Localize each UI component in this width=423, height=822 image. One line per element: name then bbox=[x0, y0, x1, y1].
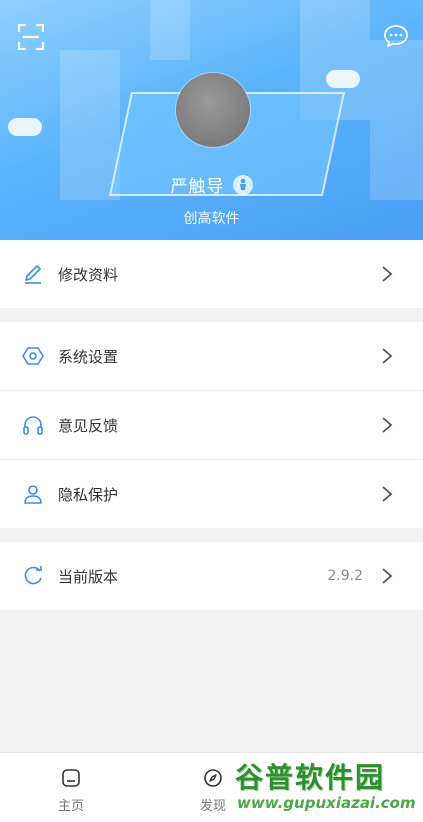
chat-bubble-icon[interactable] bbox=[384, 25, 408, 47]
menu-item-label: 修改资料 bbox=[58, 265, 119, 284]
chevron-right-icon bbox=[382, 568, 393, 584]
menu-group-settings: 系统设置 意见反馈 隐私保护 bbox=[0, 322, 423, 528]
refresh-icon bbox=[24, 566, 42, 585]
username-row: 严触导 bbox=[0, 172, 423, 197]
edit-pen-icon bbox=[25, 265, 41, 284]
company-subtitle: 创高软件 bbox=[183, 211, 240, 227]
menu-item-version[interactable]: 当前版本 2.9.2 bbox=[0, 542, 423, 610]
headphones-icon bbox=[23, 416, 43, 435]
watermark-url: www.gupuxiazai.com bbox=[237, 794, 416, 812]
tab-home[interactable]: 主页 bbox=[31, 753, 111, 822]
menu-item-privacy[interactable]: 隐私保护 bbox=[0, 460, 423, 528]
chevron-right-icon bbox=[382, 486, 393, 502]
avatar[interactable] bbox=[176, 73, 250, 147]
gender-icon bbox=[232, 175, 253, 195]
menu-item-system-settings[interactable]: 系统设置 bbox=[0, 322, 423, 391]
chevron-right-icon bbox=[382, 417, 393, 433]
scan-icon[interactable] bbox=[18, 24, 44, 50]
menu-item-label: 意见反馈 bbox=[58, 416, 119, 435]
cloud-illustration bbox=[8, 118, 42, 136]
version-value: 2.9.2 bbox=[327, 568, 363, 584]
watermark-brand: 谷普软件园 bbox=[235, 761, 386, 794]
username: 严触导 bbox=[170, 177, 225, 197]
building-illustration bbox=[150, 0, 190, 60]
menu-item-label: 系统设置 bbox=[58, 347, 119, 366]
chevron-right-icon bbox=[382, 348, 393, 364]
menu-item-label: 当前版本 bbox=[58, 567, 119, 586]
person-icon bbox=[24, 485, 42, 504]
menu-group-profile: 修改资料 bbox=[0, 240, 423, 308]
tab-label: 主页 bbox=[57, 799, 84, 814]
profile-header: 严触导 创高软件 bbox=[0, 0, 423, 240]
compass-icon bbox=[204, 769, 222, 787]
menu-item-label: 隐私保护 bbox=[58, 485, 119, 504]
watermark: 谷普软件园 www.gupuxiazai.com bbox=[231, 754, 421, 818]
cloud-illustration bbox=[326, 70, 360, 88]
home-icon bbox=[62, 769, 80, 787]
chevron-right-icon bbox=[382, 266, 393, 282]
menu-group-version: 当前版本 2.9.2 bbox=[0, 542, 423, 610]
menu-item-edit-profile[interactable]: 修改资料 bbox=[0, 240, 423, 308]
settings-hex-icon bbox=[22, 347, 44, 365]
menu-item-feedback[interactable]: 意见反馈 bbox=[0, 391, 423, 460]
